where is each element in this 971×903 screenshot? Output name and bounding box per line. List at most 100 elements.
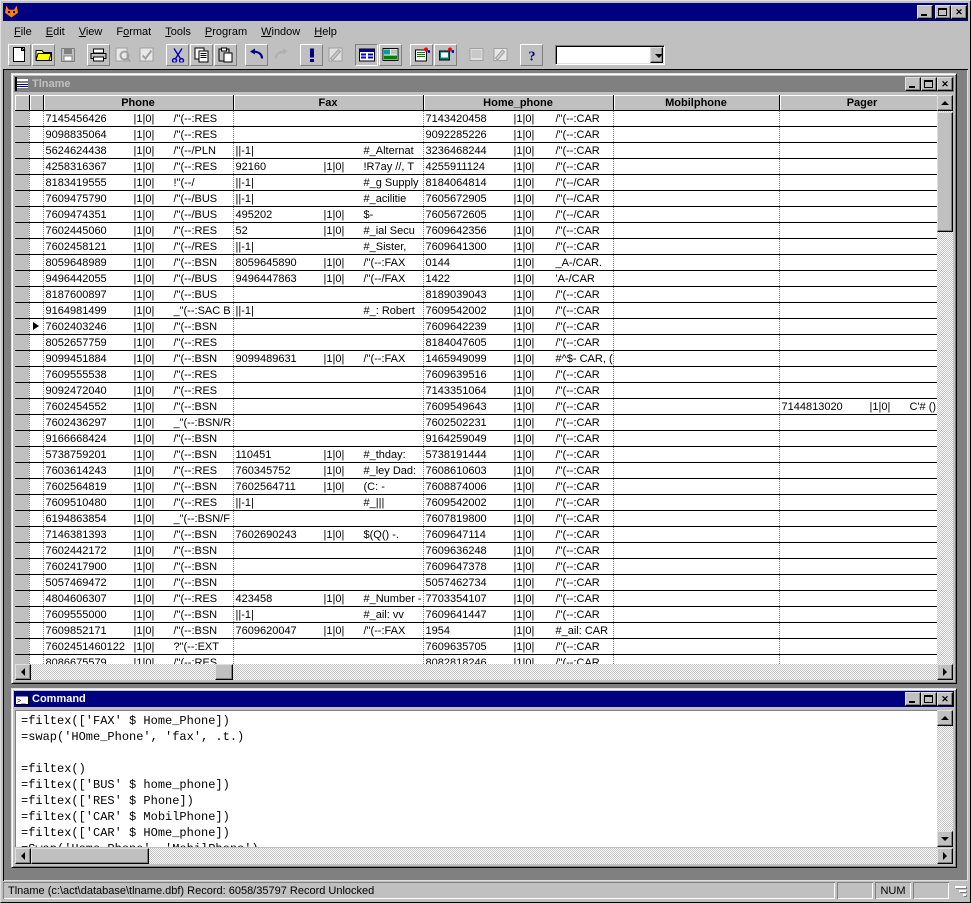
delete-marker-cell[interactable]: [15, 142, 30, 159]
cell-home-phone[interactable]: 7609647378 |1|0|/"(--:CAR: [423, 558, 614, 575]
delete-marker-cell[interactable]: [15, 510, 30, 527]
cell-fax[interactable]: [233, 382, 424, 399]
cell-home-phone[interactable]: 1422 |1|0| 'A-/CAR: [423, 270, 614, 287]
cell-phone[interactable]: 7609475790 |1|0|/"(--/BUS: [43, 190, 234, 207]
cell-pager[interactable]: [779, 222, 946, 239]
maximize-button[interactable]: [935, 5, 951, 19]
cell-home-phone[interactable]: 8184064814 |1|0|/"(--/CAR: [423, 174, 614, 191]
cell-pager[interactable]: [779, 574, 946, 591]
cell-fax[interactable]: 52 |1|0| #_ial Secu: [233, 222, 424, 239]
delete-marker-cell[interactable]: [15, 110, 30, 127]
paste-clipboard-icon[interactable]: [214, 44, 237, 66]
cell-pager[interactable]: [779, 126, 946, 143]
delete-marker-cell[interactable]: [15, 126, 30, 143]
table-row[interactable]: 7609474351 |1|0|/"(--/BUS 495202 |1|0| $- 760…: [15, 206, 953, 223]
cell-home-phone[interactable]: 7609542002 |1|0|/"(--:CAR: [423, 494, 614, 511]
delete-marker-cell[interactable]: [15, 382, 30, 399]
cell-mobilphone[interactable]: [613, 126, 780, 143]
cell-fax[interactable]: ||-1| #_Alternat: [233, 142, 424, 159]
table-row[interactable]: 5624624438 |1|0|/"(--/PLN ||-1| #_Alternat 3…: [15, 142, 953, 159]
cell-mobilphone[interactable]: [613, 638, 780, 655]
table-row[interactable]: 7609510480 |1|0|/"(--:RES ||-1| #_||| 760954…: [15, 494, 953, 511]
cell-mobilphone[interactable]: [613, 542, 780, 559]
cell-pager[interactable]: [779, 542, 946, 559]
cmd-vscroll-track[interactable]: [937, 710, 953, 847]
delete-marker-cell[interactable]: [15, 526, 30, 543]
table-row[interactable]: 9099451884 |1|0|/"(--:BSN 9099489631 |1|0| /…: [15, 350, 953, 367]
browse-maximize-button[interactable]: [921, 77, 937, 91]
print-icon[interactable]: [87, 44, 110, 66]
browse-grid[interactable]: Phone Fax Home_phone Mobilphone Pager S …: [15, 95, 953, 680]
cell-mobilphone[interactable]: [613, 430, 780, 447]
cell-pager[interactable]: [779, 590, 946, 607]
cell-phone[interactable]: 7602403246 |1|0|/"(--:BSN: [43, 318, 234, 335]
cell-pager[interactable]: [779, 318, 946, 335]
cell-home-phone[interactable]: 7609641300 |1|0|/"(--:CAR: [423, 238, 614, 255]
cell-home-phone[interactable]: 3236468244 |1|0|/"(--:CAR: [423, 142, 614, 159]
cell-mobilphone[interactable]: [613, 526, 780, 543]
cell-phone[interactable]: 7602454552 |1|0|/"(--:BSN: [43, 398, 234, 415]
cell-pager[interactable]: [779, 526, 946, 543]
table-row[interactable]: 7145456426 |1|0|/"(--:RES 7143420458 |1|0| /…: [15, 110, 953, 127]
vscroll-thumb[interactable]: [937, 112, 953, 232]
delete-marker-cell[interactable]: [15, 462, 30, 479]
cell-phone[interactable]: 7146381393 |1|0|/"(--:BSN: [43, 526, 234, 543]
cell-home-phone[interactable]: 1465949099 |1|0| #^$- CAR, (: [423, 350, 614, 367]
cell-phone[interactable]: 7609555538 |1|0|/"(--:RES: [43, 366, 234, 383]
run-exclamation-icon[interactable]: [300, 44, 323, 66]
cell-home-phone[interactable]: 7607819800 |1|0|/"(--:CAR: [423, 510, 614, 527]
cell-mobilphone[interactable]: [613, 558, 780, 575]
cell-home-phone[interactable]: 8189039043 |1|0|/"(--:CAR: [423, 286, 614, 303]
table-row[interactable]: 7602417900 |1|0|/"(--:BSN 7609647378 |1|0| /…: [15, 558, 953, 575]
cell-home-phone[interactable]: 8184047605 |1|0|/"(--:CAR: [423, 334, 614, 351]
cmd-vscroll-up-button[interactable]: [937, 710, 953, 726]
cell-home-phone[interactable]: 7609542002 |1|0|/"(--:CAR: [423, 302, 614, 319]
new-icon[interactable]: [8, 44, 31, 66]
delete-marker-cell[interactable]: [15, 302, 30, 319]
cell-phone[interactable]: 7609474351 |1|0|/"(--/BUS: [43, 206, 234, 223]
cell-pager[interactable]: [779, 206, 946, 223]
table-row[interactable]: 5057469472 |1|0|/"(--:BSN 5057462734 |1|0| /…: [15, 574, 953, 591]
command-line[interactable]: =filtex(['FAX' $ Home_Phone]): [21, 713, 953, 729]
cell-pager[interactable]: [779, 558, 946, 575]
menu-edit[interactable]: Edit: [39, 24, 72, 40]
cell-phone[interactable]: 8183419555 |1|0| !"(--/: [43, 174, 234, 191]
cell-fax[interactable]: 495202 |1|0| $-: [233, 206, 424, 223]
cell-pager[interactable]: [779, 110, 946, 127]
delete-marker-cell[interactable]: [15, 222, 30, 239]
copy-icon[interactable]: [190, 44, 213, 66]
cell-fax[interactable]: 7602690243 |1|0| $(Q() -.: [233, 526, 424, 543]
view-designer-icon[interactable]: [410, 44, 433, 66]
table-row[interactable]: 4804606307 |1|0|/"(--:RES 423458 |1|0| #_Num…: [15, 590, 953, 607]
cell-pager[interactable]: [779, 158, 946, 175]
cell-mobilphone[interactable]: [613, 222, 780, 239]
table-row[interactable]: 7602564819 |1|0|/"(--:BSN 7602564711 |1|0|(…: [15, 478, 953, 495]
cell-mobilphone[interactable]: [613, 302, 780, 319]
cell-pager[interactable]: [779, 350, 946, 367]
menu-help[interactable]: Help: [307, 24, 344, 40]
table-row[interactable]: 8183419555 |1|0| !"(--/||-1| #_g Supply 8184…: [15, 174, 953, 191]
cell-fax[interactable]: 110451 |1|0| #_thday:: [233, 446, 424, 463]
table-row[interactable]: 9496442055 |1|0|/"(--/BUS 9496447863 |1|0| /…: [15, 270, 953, 287]
cell-fax[interactable]: ||-1| #_g Supply: [233, 174, 424, 191]
close-button[interactable]: ✕: [951, 5, 967, 19]
column-header-phone[interactable]: Phone: [43, 95, 234, 111]
cell-phone[interactable]: 7602445060 |1|0|/"(--:RES: [43, 222, 234, 239]
undo-arrow-icon[interactable]: [245, 44, 268, 66]
command-maximize-button[interactable]: [921, 692, 937, 706]
toolbar-combo[interactable]: [555, 45, 665, 65]
delete-marker-cell[interactable]: [15, 414, 30, 431]
cell-mobilphone[interactable]: [613, 414, 780, 431]
menu-file[interactable]: File: [7, 24, 39, 40]
cell-pager[interactable]: [779, 238, 946, 255]
cell-home-phone[interactable]: 7609635705 |1|0|/"(--:CAR: [423, 638, 614, 655]
cell-pager[interactable]: [779, 174, 946, 191]
cell-mobilphone[interactable]: [613, 206, 780, 223]
cell-phone[interactable]: 7602451460122 |1|0| ?"(--:EXT: [43, 638, 234, 655]
column-header-mobilphone[interactable]: Mobilphone: [613, 95, 780, 111]
menu-view[interactable]: View: [72, 24, 110, 40]
cell-mobilphone[interactable]: [613, 446, 780, 463]
open-folder-icon[interactable]: [32, 44, 55, 66]
cell-pager[interactable]: 7144813020 |1|0| C'# () -: [779, 398, 946, 415]
toolbar-combo-input[interactable]: [558, 47, 650, 63]
